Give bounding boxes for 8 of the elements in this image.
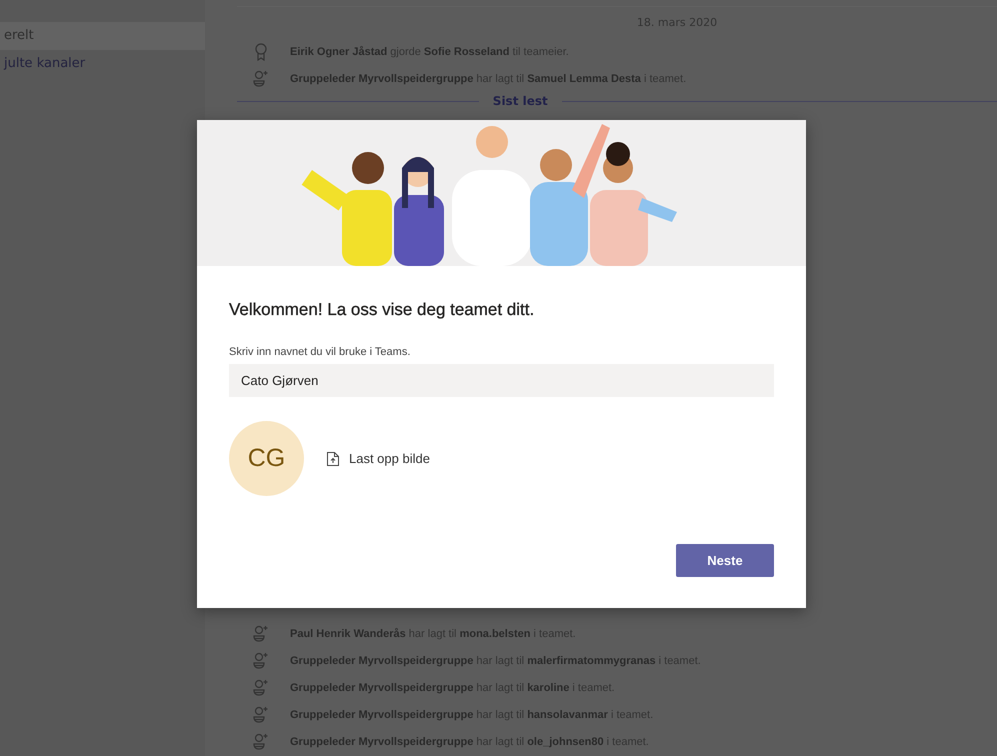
dialog-title: Velkommen! La oss vise deg teamet ditt. xyxy=(229,300,534,320)
name-input-field[interactable]: Cato Gjørven xyxy=(229,364,774,397)
upload-photo-button[interactable]: Last opp bilde xyxy=(326,450,430,466)
last-read-label: Sist lest xyxy=(492,94,548,108)
next-button[interactable]: Neste xyxy=(676,544,774,577)
upload-icon xyxy=(326,450,340,466)
field-label: Skriv inn navnet du vil bruke i Teams. xyxy=(229,346,410,358)
avatar-initials: CG xyxy=(229,421,304,496)
